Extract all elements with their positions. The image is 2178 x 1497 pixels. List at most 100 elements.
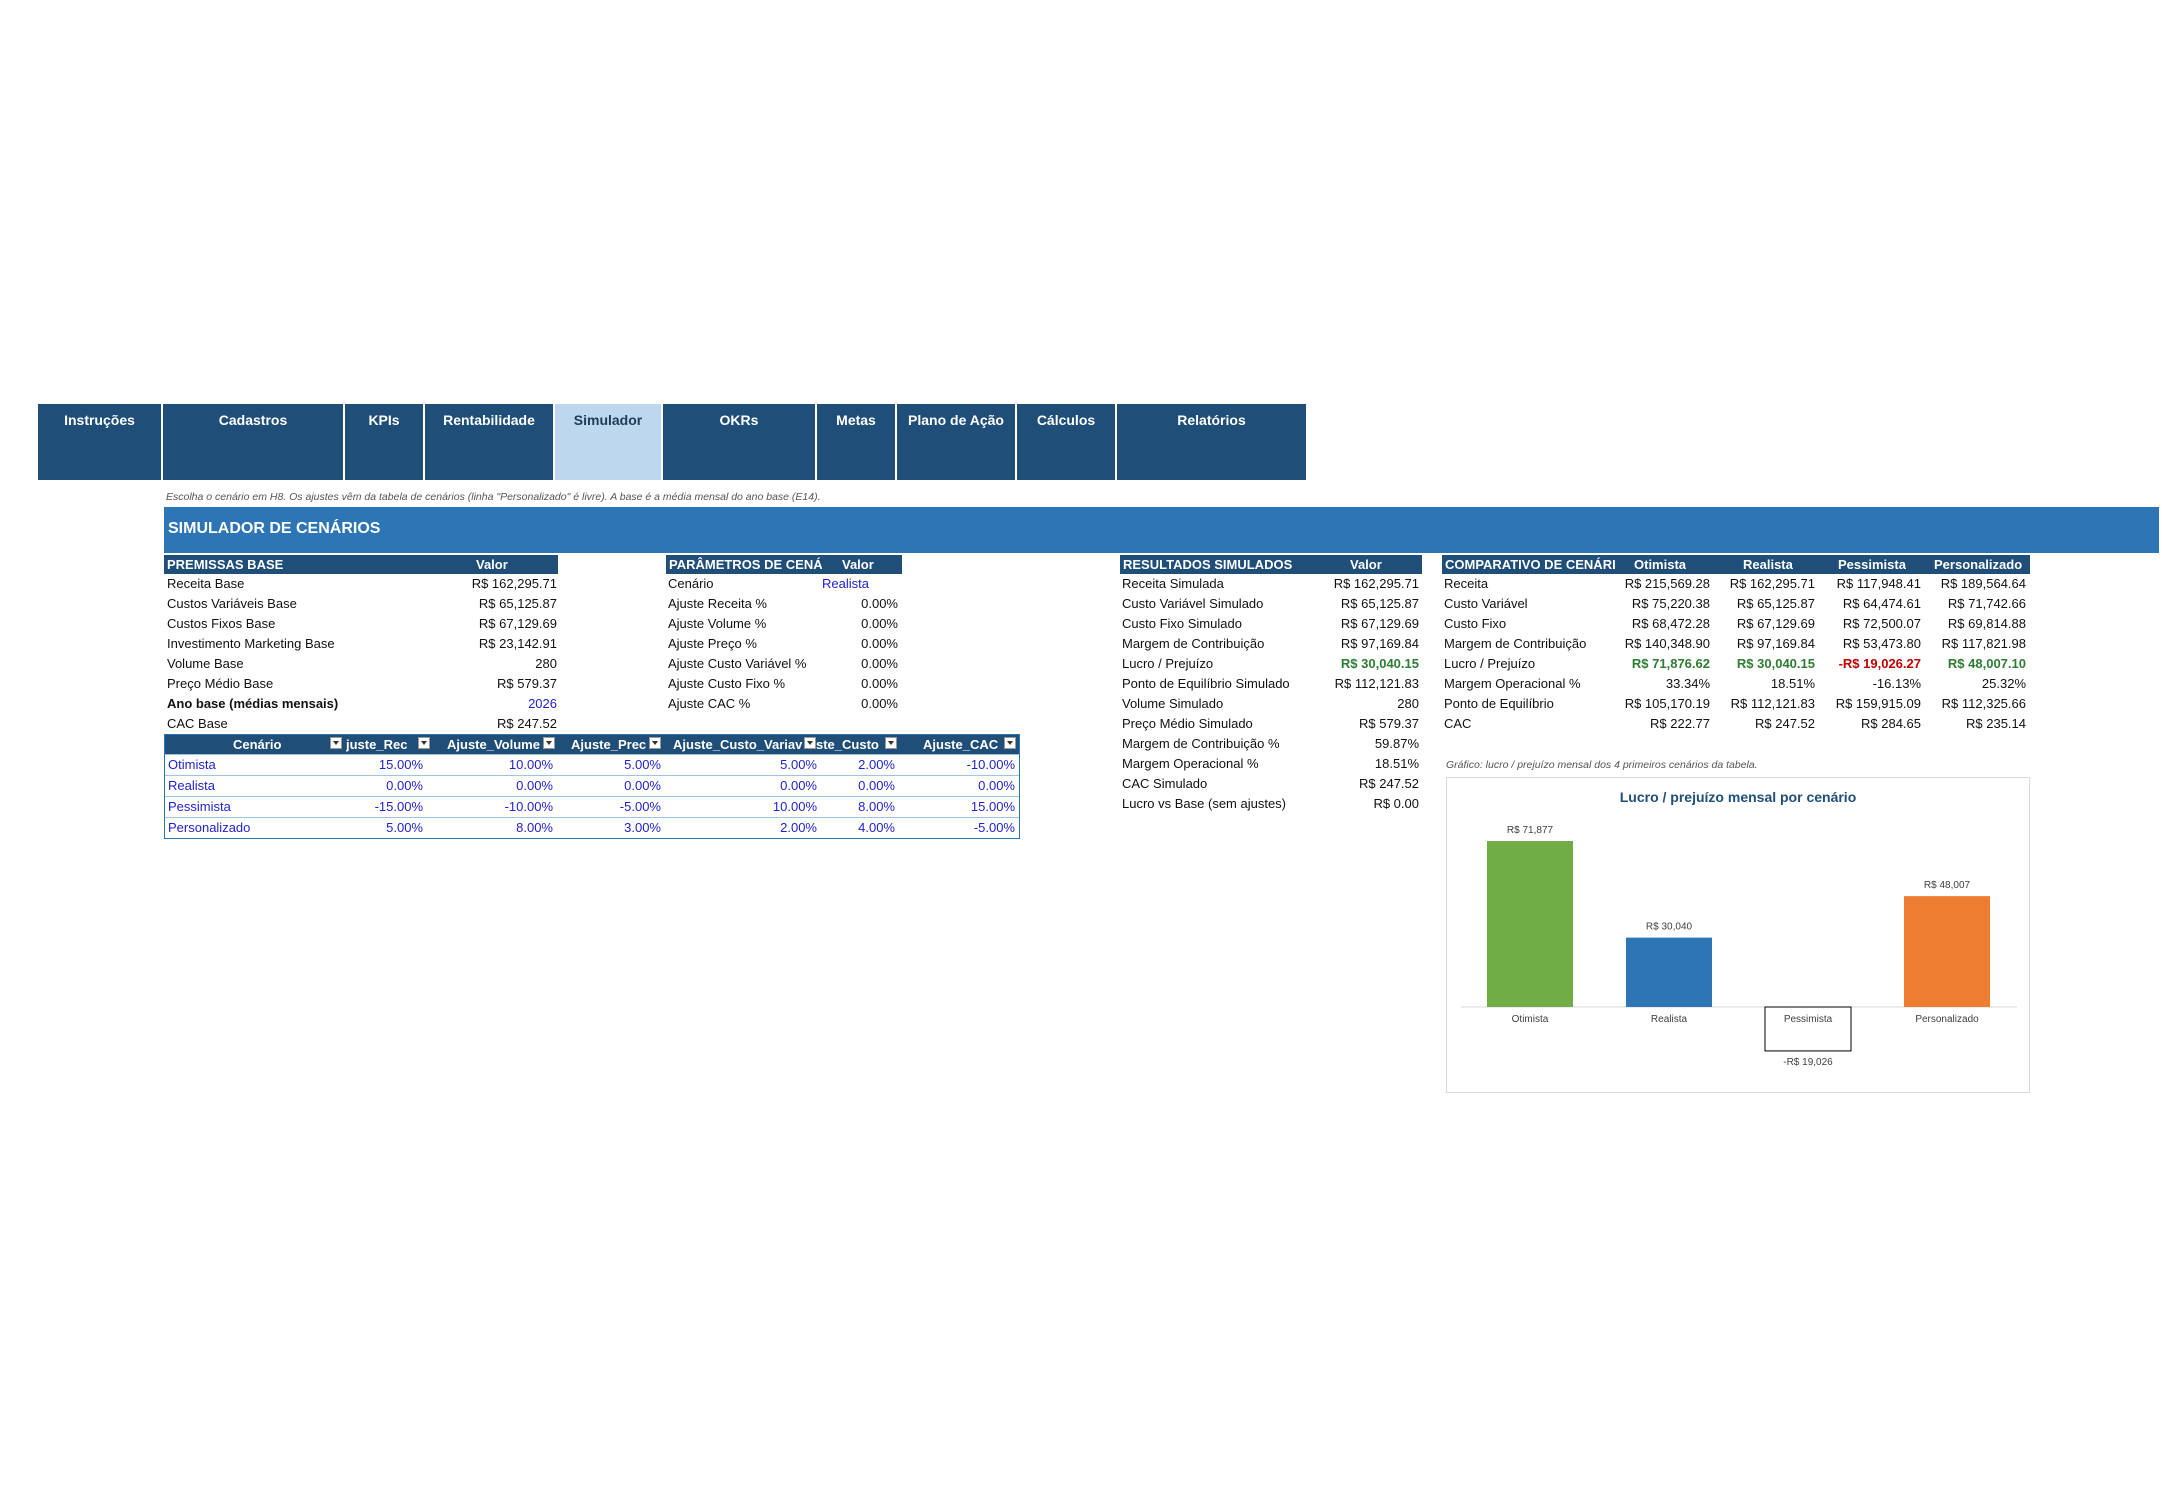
cenario-name-cell[interactable]: Personalizado <box>168 820 250 835</box>
cenario-adjust-cell[interactable]: 2.00% <box>780 820 817 835</box>
tab-calculos[interactable]: Cálculos <box>1017 404 1117 480</box>
parametros-label: Ajuste Custo Variável % <box>668 656 807 671</box>
chart-svg: Lucro / prejuízo mensal por cenário R$ 71… <box>1461 789 2017 1068</box>
filter-dropdown-icon[interactable] <box>885 737 897 749</box>
filter-dropdown-icon[interactable] <box>418 737 430 749</box>
parametros-value: 0.00% <box>861 636 898 651</box>
cenario-adjust-cell[interactable]: 0.00% <box>780 778 817 793</box>
cenario-name-cell[interactable]: Otimista <box>168 757 216 772</box>
col-ajuste-preco: Ajuste_Prec <box>571 737 647 752</box>
resultados-value: R$ 579.37 <box>1359 716 1419 731</box>
premissas-header: PREMISSAS BASE Valor <box>164 555 558 574</box>
cenario-adjust-cell[interactable]: 10.00% <box>773 799 817 814</box>
parametros-value: 0.00% <box>861 616 898 631</box>
cenario-adjust-cell[interactable]: 5.00% <box>780 757 817 772</box>
chart-title: Lucro / prejuízo mensal por cenário <box>1620 789 1857 805</box>
cenario-adjust-cell[interactable]: 10.00% <box>509 757 553 772</box>
comparativo-value: R$ 189,564.64 <box>1940 576 2026 591</box>
col-ajuste-cac: Ajuste_CAC <box>923 737 999 752</box>
cenario-adjust-cell[interactable]: 8.00% <box>516 820 553 835</box>
cenario-adjust-cell[interactable]: 2.00% <box>858 757 895 772</box>
cenario-adjust-cell[interactable]: 0.00% <box>624 778 661 793</box>
cenario-adjust-cell[interactable]: 0.00% <box>978 778 1015 793</box>
filter-dropdown-icon[interactable] <box>1004 737 1016 749</box>
tab-okrs[interactable]: OKRs <box>663 404 817 480</box>
premissas-label: Receita Base <box>167 576 245 591</box>
tab-rentabilidade[interactable]: Rentabilidade <box>425 404 555 480</box>
table-row[interactable]: Otimista 15.00% 10.00% 5.00% 5.00% 2.00% -10.0… <box>165 754 1019 775</box>
comparativo-label: Ponto de Equilíbrio <box>1444 696 1554 711</box>
premissas-value[interactable]: 2026 <box>430 694 557 714</box>
cenario-name-cell[interactable]: Realista <box>168 778 215 793</box>
comparativo-value: R$ 69,814.88 <box>1947 616 2026 631</box>
tab-plano-de-acao[interactable]: Plano de Ação <box>897 404 1017 480</box>
table-row[interactable]: Personalizado 5.00% 8.00% 3.00% 2.00% 4.00% -5… <box>165 817 1019 838</box>
comparativo-col-otimista: Otimista <box>1634 557 1687 572</box>
parametros-value: 0.00% <box>861 656 898 671</box>
comparativo-col-realista: Realista <box>1743 557 1793 572</box>
col-cenario: Cenário <box>233 737 282 752</box>
comparativo-value: R$ 71,742.66 <box>1947 596 2026 611</box>
chart-category-label: Otimista <box>1512 1014 1549 1025</box>
cenario-adjust-cell[interactable]: 8.00% <box>858 799 895 814</box>
tab-instrucoes[interactable]: Instruções <box>38 404 163 480</box>
tab-relatorios[interactable]: Relatórios <box>1117 404 1306 480</box>
filter-dropdown-icon[interactable] <box>543 737 555 749</box>
cenario-adjust-cell[interactable]: 3.00% <box>624 820 661 835</box>
title-banner: SIMULADOR DE CENÁRIOS <box>164 507 2159 553</box>
nav-tabs: Instruções Cadastros KPIs Rentabilidade … <box>38 404 1306 480</box>
parametros-label: Ajuste Custo Fixo % <box>668 676 786 691</box>
comparativo-header: COMPARATIVO DE CENÁRI Otimista Realista … <box>1442 555 2030 574</box>
chart-bar <box>1487 841 1573 1007</box>
cenario-adjust-cell[interactable]: -10.00% <box>505 799 553 814</box>
resultados-label: Margem Operacional % <box>1122 756 1259 771</box>
cenario-adjust-cell[interactable]: 15.00% <box>971 799 1015 814</box>
profit-chart: Lucro / prejuízo mensal por cenário R$ 71… <box>1446 777 2030 1093</box>
cenarios-table: Cenário juste_Rec Ajuste_Volume Ajuste_P… <box>164 734 1020 839</box>
col-ajuste-custo: ste_Custo <box>816 737 879 752</box>
cenario-adjust-cell[interactable]: -5.00% <box>620 799 661 814</box>
resultados-label: Lucro vs Base (sem ajustes) <box>1122 796 1287 811</box>
cenario-adjust-cell[interactable]: 0.00% <box>386 778 423 793</box>
resultados-label: Receita Simulada <box>1122 576 1224 591</box>
cenario-select[interactable]: Realista <box>822 574 869 594</box>
cenario-adjust-cell[interactable]: 0.00% <box>858 778 895 793</box>
parametros-label: Ajuste Preço % <box>668 636 757 651</box>
resultados-header: RESULTADOS SIMULADOS Valor <box>1120 555 1422 574</box>
cenario-adjust-cell[interactable]: 15.00% <box>379 757 423 772</box>
premissas-label: CAC Base <box>167 716 228 731</box>
filter-dropdown-icon[interactable] <box>649 737 661 749</box>
premissas-value: 280 <box>535 656 557 671</box>
comparativo-title: COMPARATIVO DE CENÁRI <box>1445 557 1615 572</box>
cenario-adjust-cell[interactable]: 0.00% <box>516 778 553 793</box>
cenario-adjust-cell[interactable]: 5.00% <box>624 757 661 772</box>
cenario-adjust-cell[interactable]: 4.00% <box>858 820 895 835</box>
premissas-value: R$ 247.52 <box>497 716 557 731</box>
cenario-name-cell[interactable]: Pessimista <box>168 799 231 814</box>
resultados-value: 59.87% <box>1374 736 1419 751</box>
cenario-adjust-cell[interactable]: -15.00% <box>375 799 423 814</box>
chart-category-label: Personalizado <box>1915 1014 1979 1025</box>
comparativo-value: R$ 235.14 <box>1966 716 2026 731</box>
page-title: SIMULADOR DE CENÁRIOS <box>168 520 381 537</box>
filter-dropdown-icon[interactable] <box>804 737 816 749</box>
cenario-adjust-cell[interactable]: -10.00% <box>967 757 1015 772</box>
chart-bar <box>1904 896 1990 1007</box>
premissas-title: PREMISSAS BASE <box>167 557 284 572</box>
tab-metas[interactable]: Metas <box>817 404 897 480</box>
filter-dropdown-icon[interactable] <box>330 737 342 749</box>
tab-kpis[interactable]: KPIs <box>345 404 425 480</box>
resultados-title: RESULTADOS SIMULADOS <box>1123 557 1293 572</box>
table-row[interactable]: Realista 0.00% 0.00% 0.00% 0.00% 0.00% 0.00% <box>165 775 1019 796</box>
chart-category-label: Realista <box>1651 1014 1688 1025</box>
chart-data-label: R$ 71,877 <box>1507 825 1554 836</box>
col-ajuste-volume: Ajuste_Volume <box>447 737 540 752</box>
parametros-value-header: Valor <box>842 557 874 572</box>
cenario-adjust-cell[interactable]: 5.00% <box>386 820 423 835</box>
tab-simulador[interactable]: Simulador <box>555 404 663 480</box>
table-row[interactable]: Pessimista -15.00% -10.00% -5.00% 10.00% 8.00… <box>165 796 1019 817</box>
comparativo-col-personalizado: Personalizado <box>1934 557 2023 572</box>
tab-cadastros[interactable]: Cadastros <box>163 404 345 480</box>
cenario-adjust-cell[interactable]: -5.00% <box>974 820 1015 835</box>
instructions-note: Escolha o cenário em H8. Os ajustes vêm … <box>166 491 821 503</box>
